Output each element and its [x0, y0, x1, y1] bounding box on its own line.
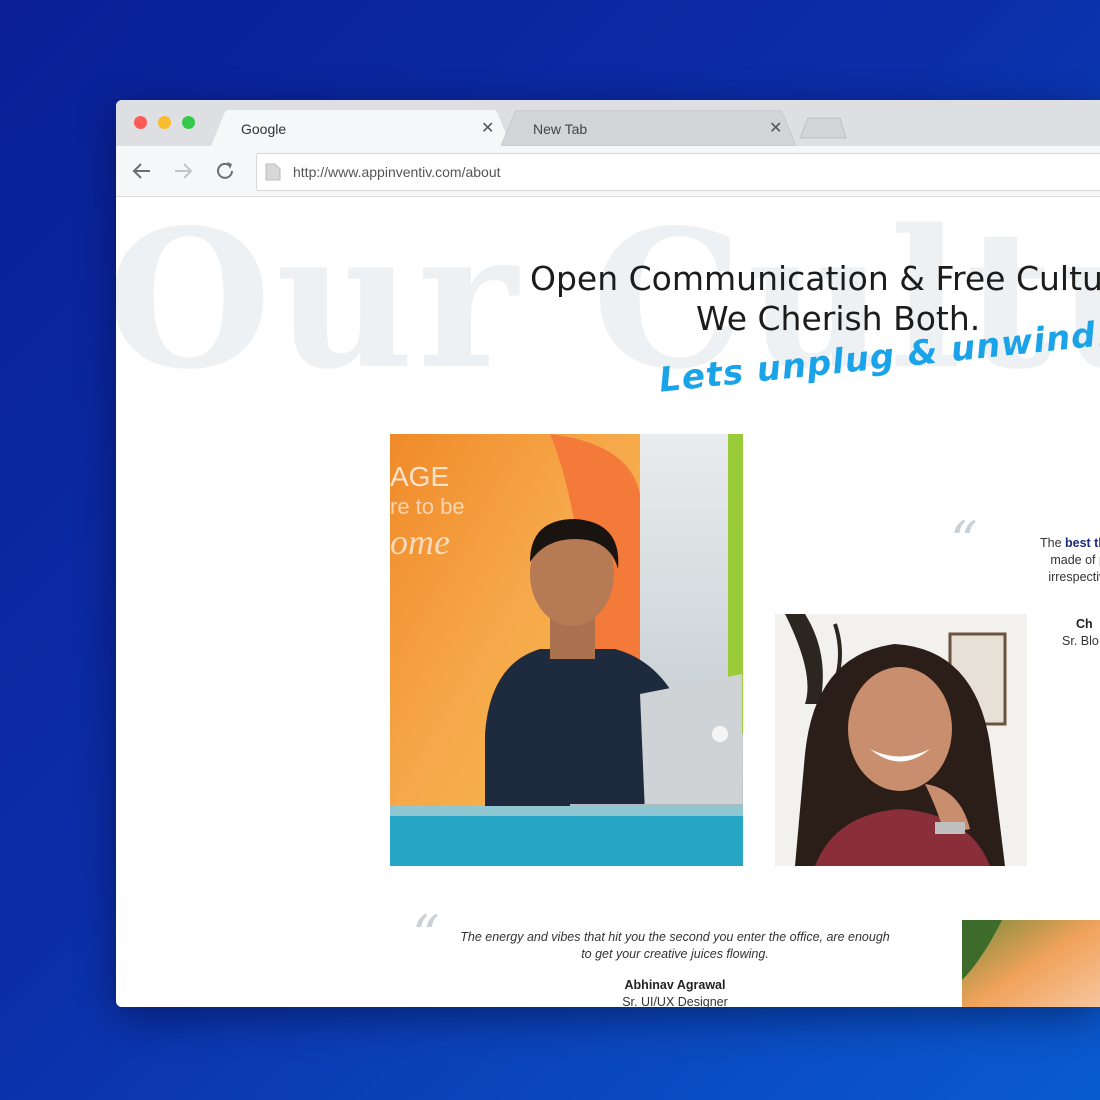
tab-label: Google: [241, 121, 287, 137]
url-text: http://www.appinventiv.com/about: [293, 164, 501, 180]
close-icon[interactable]: ✕: [481, 118, 494, 138]
browser-window: Google ✕ New Tab ✕ http://www.appinventi…: [116, 100, 1100, 1007]
photo-partial-office: [962, 920, 1100, 1007]
testimonial-1-role: Sr. Blo: [1062, 634, 1099, 648]
address-bar[interactable]: http://www.appinventiv.com/about: [256, 153, 1100, 191]
minimize-window-button[interactable]: [158, 116, 171, 129]
testimonial-2-role: Sr. UI/UX Designer: [622, 995, 728, 1007]
toolbar: http://www.appinventiv.com/about: [116, 146, 1100, 197]
reload-icon[interactable]: [213, 159, 237, 183]
quote-mark-icon: “: [412, 904, 440, 967]
testimonial-2-text: The energy and vibes that hit you the se…: [460, 930, 890, 961]
quote1-line2: made of people wh: [1050, 553, 1100, 567]
photo-man-with-laptop: AGE re to be ome: [390, 434, 743, 866]
wall-sign-text: ome: [390, 522, 450, 562]
testimonial-1-author: Ch: [1076, 617, 1093, 631]
testimonial-1-text: The best thing I like made of people wh …: [956, 535, 1100, 603]
quote1-line3: irrespective of what: [1048, 570, 1100, 584]
quote1-line1-pre: The: [1039, 536, 1065, 550]
tab-label: New Tab: [533, 121, 588, 137]
tab-new-tab[interactable]: New Tab ✕: [501, 110, 796, 146]
close-icon[interactable]: ✕: [769, 118, 782, 138]
new-tab-button[interactable]: [798, 116, 848, 140]
wall-sign-text: re to be: [390, 494, 465, 519]
close-window-button[interactable]: [134, 116, 147, 129]
testimonial-2-author: Abhinav Agrawal: [624, 978, 726, 992]
tab-bar: Google ✕ New Tab ✕: [116, 100, 1100, 146]
maximize-window-button[interactable]: [182, 116, 195, 129]
quote1-line4: remem: [956, 586, 1100, 603]
photo-smiling-woman: [775, 614, 1027, 866]
forward-arrow-icon[interactable]: [171, 159, 195, 183]
tab-google[interactable]: Google ✕: [211, 110, 511, 146]
headline-line-1: Open Communication & Free Cultu: [530, 259, 1100, 298]
wall-sign-text: AGE: [390, 461, 449, 492]
back-arrow-icon[interactable]: [130, 159, 154, 183]
quote1-highlight: best thing I like: [1065, 536, 1100, 550]
page-icon: [265, 163, 281, 181]
page-content: Our Cultu Open Communication & Free Cult…: [116, 197, 1100, 1007]
